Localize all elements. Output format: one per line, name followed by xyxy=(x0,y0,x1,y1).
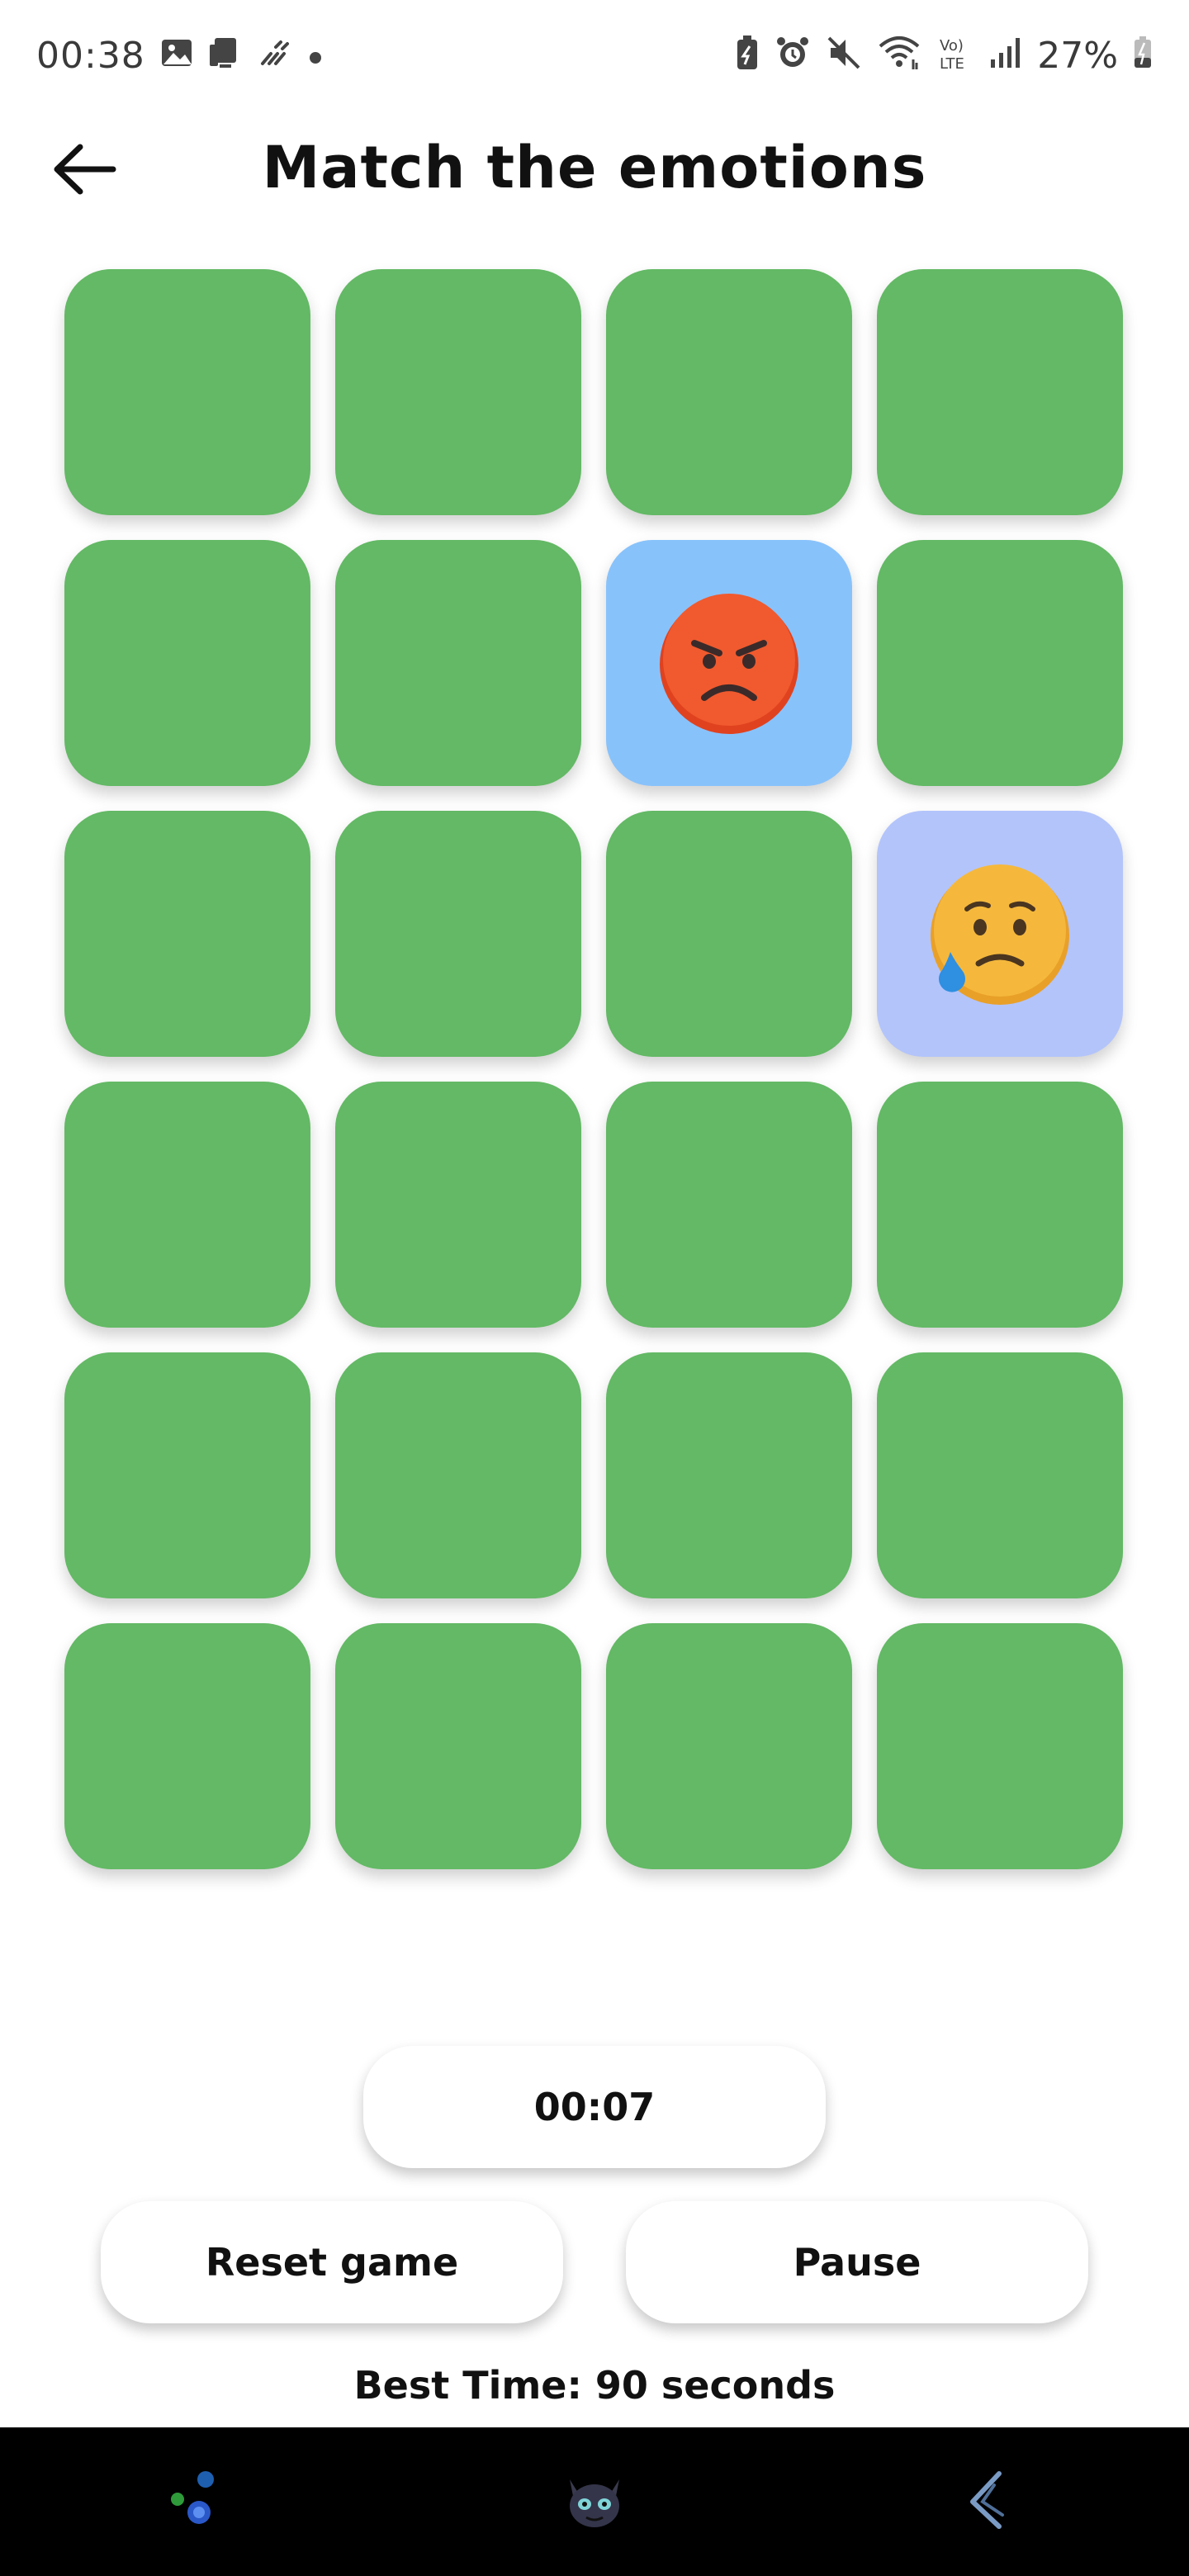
mute-icon xyxy=(826,35,862,76)
pause-button[interactable]: Pause xyxy=(626,2201,1088,2323)
card[interactable] xyxy=(877,1623,1123,1869)
card[interactable] xyxy=(64,1623,310,1869)
card[interactable] xyxy=(606,1082,852,1328)
home-button[interactable] xyxy=(545,2452,644,2551)
best-time-label: Best Time: 90 seconds xyxy=(353,2363,836,2408)
status-right: Vo) LTE 27% xyxy=(735,34,1153,77)
card[interactable] xyxy=(606,1352,852,1598)
battery-saver-icon xyxy=(735,35,760,76)
page-title: Match the emotions xyxy=(262,134,927,201)
card[interactable] xyxy=(335,1623,581,1869)
card[interactable] xyxy=(606,269,852,515)
card[interactable] xyxy=(877,1082,1123,1328)
card[interactable] xyxy=(335,269,581,515)
app-drawer-button[interactable] xyxy=(149,2452,248,2551)
card[interactable] xyxy=(64,811,310,1057)
wifi-icon xyxy=(877,35,921,76)
battery-level: 27% xyxy=(1037,34,1118,77)
card[interactable] xyxy=(606,811,852,1057)
status-time: 00:38 xyxy=(36,34,145,77)
card[interactable] xyxy=(335,1082,581,1328)
card[interactable] xyxy=(335,811,581,1057)
status-bar: 00:38 Vo) LTE 27% xyxy=(0,0,1189,111)
alarm-icon xyxy=(775,35,811,76)
card[interactable] xyxy=(64,269,310,515)
svg-text:Vo): Vo) xyxy=(940,37,964,54)
card-revealed-crying[interactable] xyxy=(877,811,1123,1057)
dot-icon xyxy=(307,40,324,71)
card[interactable] xyxy=(64,540,310,786)
angry-face-icon xyxy=(655,587,803,739)
back-gesture-icon xyxy=(958,2467,1024,2536)
back-nav-button[interactable] xyxy=(941,2452,1040,2551)
volte-icon: Vo) LTE xyxy=(936,34,974,77)
card[interactable] xyxy=(877,269,1123,515)
card[interactable] xyxy=(64,1082,310,1328)
svg-text:LTE: LTE xyxy=(940,55,964,72)
gallery-icon xyxy=(160,38,193,73)
crying-face-icon xyxy=(926,858,1074,1010)
card[interactable] xyxy=(877,1352,1123,1598)
timer-display: 00:07 xyxy=(363,2046,826,2168)
card-revealed-angry[interactable] xyxy=(606,540,852,786)
card[interactable] xyxy=(335,540,581,786)
card[interactable] xyxy=(877,540,1123,786)
card[interactable] xyxy=(606,1623,852,1869)
signal-icon xyxy=(989,36,1022,74)
header: Match the emotions xyxy=(0,124,1189,215)
dragon-avatar-icon xyxy=(553,2463,636,2540)
navigation-bar xyxy=(0,2427,1189,2576)
card[interactable] xyxy=(335,1352,581,1598)
reset-game-button[interactable]: Reset game xyxy=(101,2201,563,2323)
card[interactable] xyxy=(64,1352,310,1598)
app-drawer-icon xyxy=(161,2463,235,2540)
battery-charging-icon xyxy=(1133,36,1153,74)
status-left: 00:38 xyxy=(36,35,324,77)
weather-icon xyxy=(259,39,292,72)
game-board xyxy=(64,269,1123,1869)
screen-cast-icon xyxy=(208,36,244,74)
